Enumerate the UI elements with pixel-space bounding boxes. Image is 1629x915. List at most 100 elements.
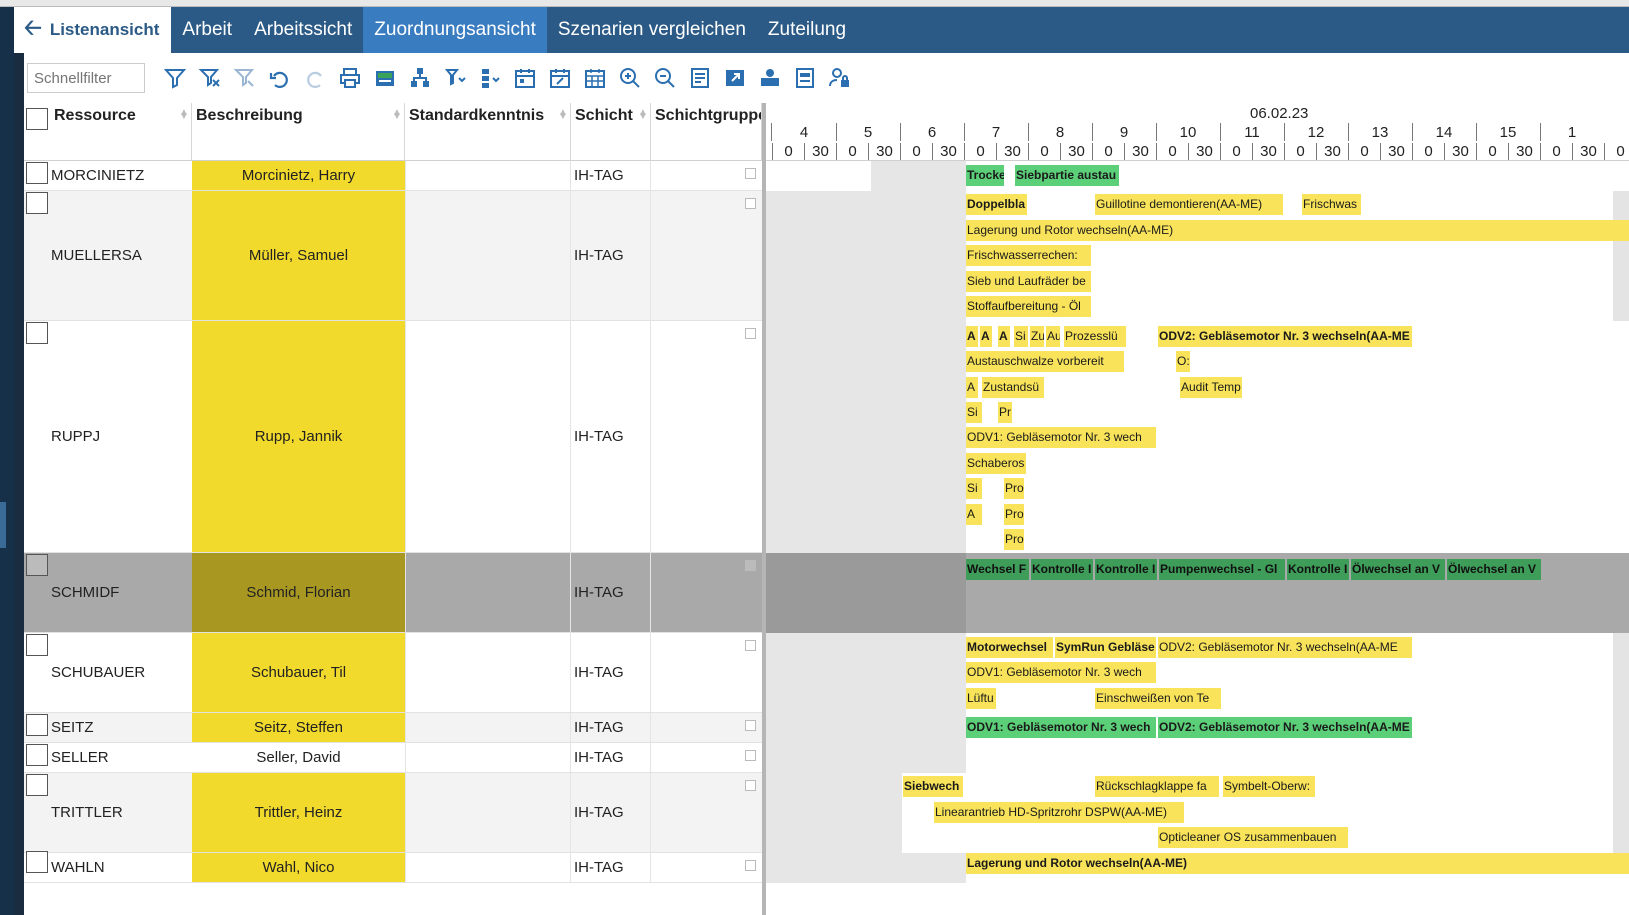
task-bar[interactable]: Symbelt-Oberw: [1223,776,1315,797]
tab-szenarien-vergleichen[interactable]: Szenarien vergleichen [547,7,757,53]
back-to-list-tab[interactable]: 🡠 Listenansicht [14,7,172,53]
shiftgroup-checkbox[interactable] [745,750,756,761]
column-header-shift[interactable]: Schicht ▲ ▼ [571,103,651,161]
column-header-description[interactable]: Beschreibung ▲ ▼ [192,103,405,161]
clear-filter-icon[interactable] [196,64,224,92]
task-bar[interactable]: Rückschlagklappe fa [1095,776,1219,797]
task-bar[interactable]: Stoffaufbereitung - Öl [966,296,1091,317]
shiftgroup-checkbox[interactable] [745,198,756,209]
row-checkbox[interactable] [26,714,48,736]
shiftgroup-checkbox[interactable] [745,328,756,339]
task-bar[interactable]: Lagerung und Rotor wechseln(AA-ME) [966,853,1629,874]
task-bar[interactable]: Ölwechsel an V [1447,559,1541,580]
tab-zuordnungsansicht[interactable]: Zuordnungsansicht [363,7,547,53]
task-bar[interactable]: Pumpenwechsel - Gl [1159,559,1285,580]
select-all-checkbox[interactable] [26,108,48,130]
report-icon[interactable] [686,64,714,92]
task-bar[interactable]: ODV1: Gebläsemotor Nr. 3 wech [966,662,1156,683]
task-bar[interactable]: Kontrolle I [1287,559,1349,580]
user-lock-icon[interactable] [826,64,854,92]
task-bar[interactable]: A [966,377,978,398]
sort-handle-icon[interactable]: ▲ ▼ [638,108,648,122]
task-bar[interactable]: ODV1: Gebläsemotor Nr. 3 wech [966,717,1156,738]
sort-handle-icon[interactable]: ▲ ▼ [179,108,189,122]
task-bar[interactable]: A [998,326,1010,347]
task-bar[interactable]: Pro [1004,504,1024,525]
sort-filter-icon[interactable] [441,64,469,92]
shiftgroup-checkbox[interactable] [745,720,756,731]
task-bar[interactable]: Opticleaner OS zusammenbauen [1158,827,1348,848]
table-row-muellersa[interactable]: MUELLERSA Müller, Samuel IH-TAG [24,191,762,321]
undo-icon[interactable] [266,64,294,92]
zoom-in-icon[interactable] [616,64,644,92]
shiftgroup-checkbox[interactable] [745,560,756,571]
column-header-shiftgroup[interactable]: Schichtgruppe [651,103,762,161]
task-bar[interactable]: Pro [1004,529,1024,550]
zoom-out-icon[interactable] [651,64,679,92]
task-bar[interactable]: Doppelbla [966,194,1027,215]
task-bar[interactable]: Pro [1004,478,1024,499]
row-checkbox[interactable] [26,554,48,576]
task-bar[interactable]: O: [1176,351,1190,372]
shiftgroup-checkbox[interactable] [745,168,756,179]
print-icon[interactable] [336,64,364,92]
tab-zuteilung[interactable]: Zuteilung [757,7,857,53]
task-bar[interactable]: SymRun Gebläse [1055,637,1156,658]
calendar-edit-icon[interactable] [546,64,574,92]
table-row-seller[interactable]: SELLER Seller, David IH-TAG [24,743,762,773]
task-bar[interactable]: Frischwasserrechen: [966,245,1091,266]
task-bar[interactable]: Audit Temp [1180,377,1242,398]
settings-sheet-icon[interactable] [791,64,819,92]
task-bar[interactable]: Zu [1030,326,1044,347]
task-bar[interactable]: Trocke [966,165,1004,186]
task-bar[interactable]: Kontrolle I [1095,559,1157,580]
sort-handle-icon[interactable]: ▲ ▼ [558,108,568,122]
task-bar[interactable]: Siebpartie austau [1015,165,1119,186]
task-bar[interactable]: A [966,504,982,525]
task-bar[interactable]: ODV2: Gebläsemotor Nr. 3 wechseln(AA-ME [1158,326,1412,347]
task-bar[interactable]: Sieb und Laufräder be [966,271,1091,292]
filter-disabled-icon[interactable] [231,64,259,92]
table-row-schubauer[interactable]: SCHUBAUER Schubauer, Til IH-TAG [24,633,762,713]
task-bar[interactable]: Si [1014,326,1028,347]
column-header-resource[interactable]: Ressource ▲ ▼ [50,103,192,161]
task-bar[interactable]: ODV1: Gebläsemotor Nr. 3 wech [966,427,1156,448]
row-checkbox[interactable] [26,744,48,766]
task-bar[interactable]: Au [1046,326,1060,347]
table-row-seitz[interactable]: SEITZ Seitz, Steffen IH-TAG [24,713,762,743]
task-bar[interactable]: Siebwech [903,776,963,797]
task-bar[interactable]: Wechsel F [966,559,1029,580]
sort-handle-icon[interactable]: ▲ ▼ [392,108,402,122]
row-checkbox[interactable] [26,162,48,184]
column-header-standard[interactable]: Standardkenntnis ▲ ▼ [405,103,571,161]
filter-icon[interactable] [161,64,189,92]
task-bar[interactable]: ODV2: Gebläsemotor Nr. 3 wechseln(AA-ME [1158,717,1412,738]
task-bar[interactable]: Kontrolle I [1031,559,1093,580]
table-row-trittler[interactable]: TRITTLER Trittler, Heinz IH-TAG [24,773,762,853]
task-bar[interactable]: A [980,326,992,347]
task-bar[interactable]: ODV2: Gebläsemotor Nr. 3 wechseln(AA-ME [1158,637,1412,658]
row-checkbox[interactable] [26,192,48,214]
task-bar[interactable]: Einschweißen von Te [1095,688,1221,709]
shiftgroup-checkbox[interactable] [745,860,756,871]
task-bar[interactable]: Pr [998,402,1012,423]
shiftgroup-checkbox[interactable] [745,780,756,791]
calendar-icon[interactable] [511,64,539,92]
task-bar[interactable]: Guillotine demontieren(AA-ME) [1095,194,1283,215]
task-bar[interactable]: Lüftu [966,688,996,709]
task-bar[interactable]: Linearantrieb HD-Spritzrohr DSPW(AA-ME) [934,802,1184,823]
task-bar[interactable]: Ölwechsel an V [1351,559,1445,580]
export-icon[interactable] [721,64,749,92]
calendar-grid-icon[interactable] [581,64,609,92]
shiftgroup-checkbox[interactable] [745,640,756,651]
tab-arbeitssicht[interactable]: Arbeitssicht [243,7,363,53]
quickfilter-input[interactable] [27,63,145,93]
table-row-schmidf-selected[interactable]: SCHMIDF Schmid, Florian IH-TAG [24,553,762,633]
task-bar[interactable]: A [966,326,978,347]
redo-icon[interactable] [301,64,329,92]
side-rail-handle[interactable] [0,502,6,548]
task-bar[interactable]: Austauschwalze vorbereit [966,351,1124,372]
hierarchy-icon[interactable] [406,64,434,92]
table-row-ruppj[interactable]: RUPPJ Rupp, Jannik IH-TAG [24,321,762,553]
row-checkbox[interactable] [26,322,48,344]
